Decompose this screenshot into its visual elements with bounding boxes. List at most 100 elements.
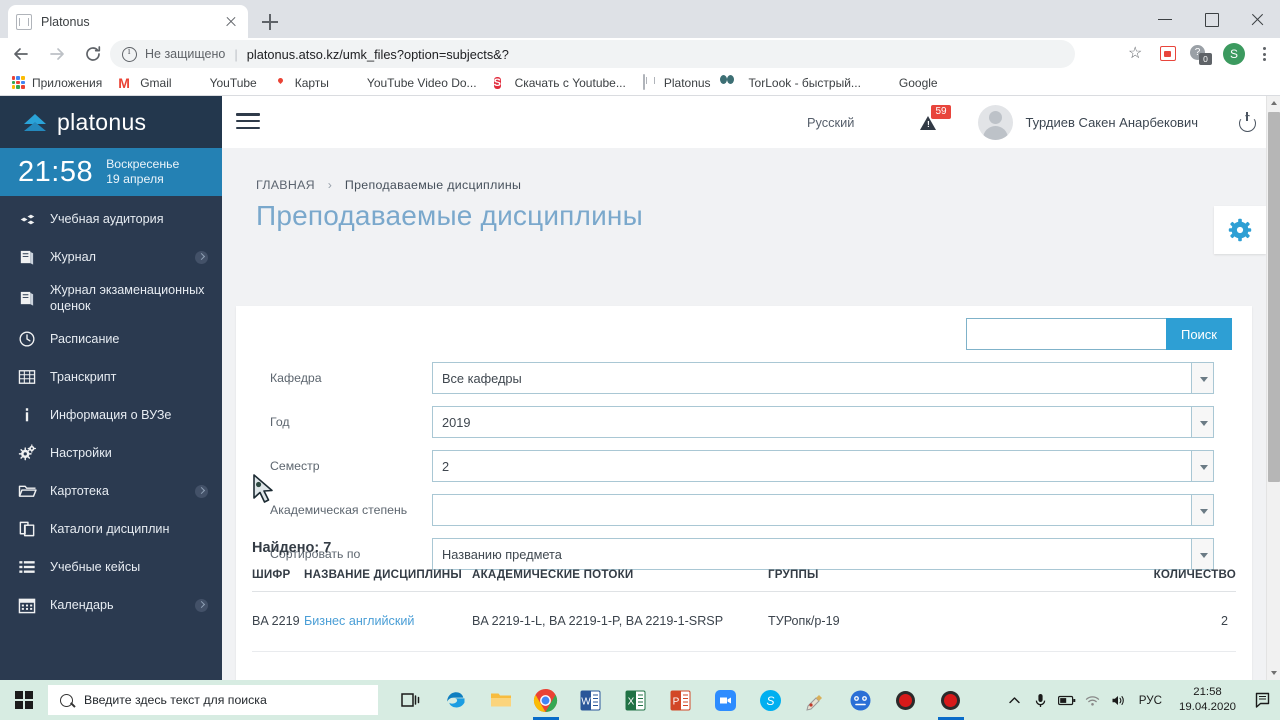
address-bar[interactable]: Не защищено | platonus.atso.kz/umk_files… (110, 40, 1075, 68)
sidebar-item-card-index[interactable]: Картотека (0, 472, 222, 510)
bookmark-maps[interactable]: Карты (273, 75, 329, 91)
warning-triangle-icon[interactable]: 59 (918, 105, 952, 137)
windows-start-icon[interactable] (0, 680, 48, 720)
edge-icon[interactable] (433, 680, 478, 720)
chevron-right-icon[interactable] (195, 598, 208, 612)
action-center-icon[interactable] (1246, 680, 1280, 720)
input-language[interactable]: РУС (1132, 694, 1169, 707)
close-icon[interactable] (222, 13, 240, 31)
bookmark-torlook[interactable]: TorLook - быстрый... (727, 75, 861, 91)
scrollbar-thumb[interactable] (1268, 112, 1280, 482)
academic-degree-select[interactable] (432, 494, 1214, 526)
microphone-icon[interactable] (1028, 680, 1054, 720)
taskbar-search-input[interactable]: Введите здесь текст для поиска (48, 685, 378, 715)
browser-tab[interactable]: Platonus (8, 5, 248, 38)
breadcrumb-home[interactable]: ГЛАВНАЯ (256, 178, 315, 192)
filter-row-year: Год 2019 (236, 400, 1252, 444)
chevron-down-icon[interactable] (1191, 494, 1214, 526)
language-selector[interactable]: Русский (807, 115, 854, 130)
paint-icon[interactable] (793, 680, 838, 720)
star-icon[interactable]: ☆ (1122, 40, 1150, 68)
bandicam-icon[interactable] (838, 680, 883, 720)
bookmark-savefrom[interactable]: S Скачать с Youtube... (493, 75, 626, 91)
new-tab-button[interactable] (256, 8, 284, 36)
minimize-icon[interactable] (1142, 0, 1188, 38)
avatar[interactable] (978, 104, 1014, 140)
wifi-icon[interactable] (1080, 680, 1106, 720)
app-sidebar: platonus 21:58 Воскресенье 19 апреля Уче… (0, 96, 222, 680)
hamburger-menu-icon[interactable] (236, 113, 260, 131)
recorder-2-icon[interactable] (928, 680, 973, 720)
profile-avatar[interactable]: S (1223, 43, 1245, 65)
brand-logo-area[interactable]: platonus (0, 96, 222, 148)
extension-help-icon[interactable]: ? 0 (1186, 40, 1214, 68)
taskbar-clock[interactable]: 21:58 19.04.2020 (1169, 685, 1246, 715)
chevron-right-icon[interactable] (195, 484, 208, 498)
bookmarks-bar: Приложения M Gmail YouTube Карты YouTube… (0, 70, 1280, 96)
bookmark-platonus[interactable]: Platonus (642, 73, 711, 91)
page-scrollbar[interactable] (1266, 96, 1280, 680)
skype-icon[interactable]: S (748, 680, 793, 720)
extension-icon[interactable] (1154, 40, 1182, 68)
cell-subject-link[interactable]: Бизнес английский (304, 613, 472, 630)
user-name[interactable]: Турдиев Сакен Анарбекович (1025, 115, 1198, 130)
sidebar-item-discipline-catalogs[interactable]: Каталоги дисциплин (0, 510, 222, 548)
battery-icon[interactable] (1054, 680, 1080, 720)
sidebar-item-journal[interactable]: Журнал (0, 238, 222, 276)
scroll-down-icon[interactable] (1267, 666, 1280, 680)
taskbar-time: 21:58 (1193, 686, 1222, 698)
year-select[interactable]: 2019 (432, 406, 1214, 438)
filter-label: Кафедра (270, 371, 322, 385)
kebab-menu-icon[interactable] (1252, 40, 1276, 68)
semester-select[interactable]: 2 (432, 450, 1214, 482)
search-button[interactable]: Поиск (1165, 318, 1232, 350)
sort-by-select[interactable]: Названию предмета (432, 538, 1214, 570)
show-hidden-icons-chevron[interactable] (1002, 680, 1028, 720)
sidebar-item-transcript[interactable]: Транскрипт (0, 358, 222, 396)
chevron-right-icon[interactable] (195, 250, 208, 264)
search-input[interactable] (965, 318, 1166, 350)
zoom-icon[interactable] (703, 680, 748, 720)
bookmark-youtube[interactable]: YouTube (188, 75, 257, 91)
filter-row-department: Кафедра Все кафедры (236, 356, 1252, 400)
file-explorer-icon[interactable] (478, 680, 523, 720)
sidebar-item-settings[interactable]: Настройки (0, 434, 222, 472)
breadcrumb-current[interactable]: Преподаваемые дисциплины (345, 178, 521, 192)
clock-date: Воскресенье 19 апреля (106, 157, 179, 187)
department-select[interactable]: Все кафедры (432, 362, 1214, 394)
scroll-up-icon[interactable] (1267, 96, 1280, 110)
chevron-down-icon[interactable] (1191, 450, 1214, 482)
recorder-1-icon[interactable] (883, 680, 928, 720)
gear-icon[interactable] (1214, 206, 1266, 254)
close-icon[interactable] (1234, 0, 1280, 38)
column-header-subject: НАЗВАНИЕ ДИСЦИПЛИНЫ (304, 568, 462, 581)
chrome-icon[interactable] (523, 680, 568, 720)
chevron-down-icon[interactable] (1191, 538, 1214, 570)
filter-value: Названию предмета (442, 546, 562, 562)
chevron-down-icon[interactable] (1191, 362, 1214, 394)
sidebar-item-calendar[interactable]: Календарь (0, 586, 222, 624)
bookmark-youtube-downloader[interactable]: YouTube Video Do... (345, 75, 477, 91)
word-icon[interactable]: W (568, 680, 613, 720)
back-arrow-icon[interactable] (6, 39, 36, 69)
chevron-down-icon[interactable] (1191, 406, 1214, 438)
task-view-icon[interactable] (388, 680, 433, 720)
excel-icon[interactable]: X (613, 680, 658, 720)
sidebar-item-study-cases[interactable]: Учебные кейсы (0, 548, 222, 586)
sidebar-item-schedule[interactable]: Расписание (0, 320, 222, 358)
power-icon[interactable] (1232, 107, 1262, 137)
sidebar-item-university-info[interactable]: Информация о ВУЗе (0, 396, 222, 434)
maximize-icon[interactable] (1188, 0, 1234, 38)
reload-icon[interactable] (78, 39, 108, 69)
gears-icon (18, 444, 44, 462)
bookmark-gmail[interactable]: M Gmail (118, 75, 171, 91)
forward-arrow-icon[interactable] (42, 39, 72, 69)
sidebar-item-exam-journal[interactable]: Журнал экзаменационных оценок (0, 276, 222, 320)
powerpoint-icon[interactable]: P (658, 680, 703, 720)
volume-icon[interactable] (1106, 680, 1132, 720)
filters-results-card: Поиск Кафедра Все кафедры Год 2019 Семес… (236, 306, 1252, 680)
list-icon (18, 559, 44, 575)
bookmark-apps[interactable]: Приложения (10, 75, 102, 91)
bookmark-google[interactable]: Google (877, 75, 938, 91)
sidebar-item-classroom[interactable]: Учебная аудитория (0, 200, 222, 238)
